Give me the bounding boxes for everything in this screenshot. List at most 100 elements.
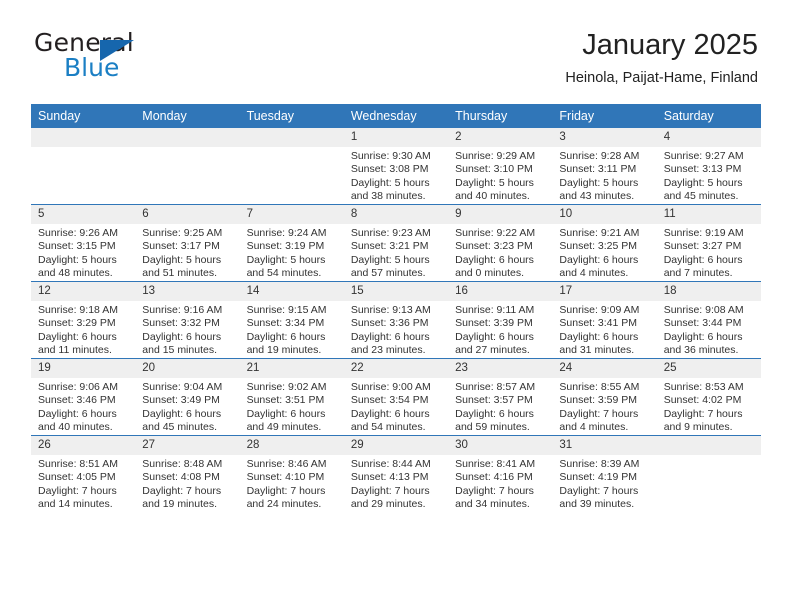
calendar-day-cell[interactable]: 21 Sunrise: 9:02 AM Sunset: 3:51 PM Dayligh… — [239, 358, 344, 436]
calendar-cell-empty — [656, 435, 761, 512]
calendar-day-cell[interactable]: 29 Sunrise: 8:44 AM Sunset: 4:13 PM Dayligh… — [343, 435, 449, 512]
day-sunset-text: Sunset: 3:25 PM — [559, 240, 638, 253]
day-details: Sunrise: 9:18 AM Sunset: 3:29 PM Daylight:… — [31, 301, 135, 358]
calendar-day-cell[interactable]: 23 Sunrise: 8:57 AM Sunset: 3:57 PM Dayligh… — [448, 358, 553, 436]
day-number: 22 — [343, 359, 449, 378]
day-daylight1-text: Daylight: 5 hours — [38, 253, 117, 266]
day-number: 7 — [239, 205, 344, 224]
calendar-day-cell[interactable]: 31 Sunrise: 8:39 AM Sunset: 4:19 PM Dayligh… — [552, 435, 657, 512]
day-daylight1-text: Daylight: 7 hours — [559, 407, 639, 420]
day-daylight2-text: and 38 minutes. — [350, 190, 426, 203]
calendar-day-cell[interactable]: 19 Sunrise: 9:06 AM Sunset: 3:46 PM Dayligh… — [31, 358, 136, 436]
day-sunrise-text: Sunrise: 9:19 AM — [663, 227, 744, 239]
day-sunrise-text: Sunrise: 9:18 AM — [38, 304, 118, 316]
day-details: Sunrise: 9:00 AM Sunset: 3:54 PM Daylight:… — [344, 378, 448, 435]
day-sunset-text: Sunset: 3:08 PM — [350, 163, 429, 176]
day-details: Sunrise: 8:39 AM Sunset: 4:19 PM Daylight:… — [552, 455, 656, 512]
day-sunrise-text: Sunrise: 8:57 AM — [455, 381, 536, 393]
weekday-header-wednesday: Wednesday — [343, 104, 449, 128]
calendar-day-cell[interactable]: 26 Sunrise: 8:51 AM Sunset: 4:05 PM Dayligh… — [31, 435, 136, 512]
day-daylight1-text: Daylight: 7 hours — [559, 484, 639, 497]
day-number — [239, 128, 344, 147]
day-daylight2-text: and 23 minutes. — [350, 344, 426, 357]
day-number: 6 — [135, 205, 240, 224]
day-details: Sunrise: 9:23 AM Sunset: 3:21 PM Daylight:… — [344, 224, 448, 281]
day-daylight2-text: and 36 minutes. — [663, 344, 739, 357]
brand-logo[interactable]: General Blue — [34, 28, 234, 88]
day-sunrise-text: Sunrise: 9:15 AM — [246, 304, 327, 316]
day-sunrise-text: Sunrise: 8:41 AM — [455, 458, 536, 470]
calendar-week-row: 26 Sunrise: 8:51 AM Sunset: 4:05 PM Dayligh… — [31, 435, 761, 512]
calendar-week-row: 1 Sunrise: 9:30 AM Sunset: 3:08 PM Daylight… — [31, 128, 761, 205]
day-sunset-text: Sunset: 3:51 PM — [246, 394, 325, 407]
title-block: January 2025 Heinola, Paijat-Hame, Finla… — [565, 28, 758, 87]
day-daylight1-text: Daylight: 6 hours — [663, 253, 743, 266]
day-daylight1-text: Daylight: 6 hours — [38, 330, 117, 343]
day-daylight2-text: and 0 minutes. — [455, 267, 525, 280]
calendar-week-row: 19 Sunrise: 9:06 AM Sunset: 3:46 PM Dayligh… — [31, 358, 761, 436]
day-daylight1-text: Daylight: 6 hours — [559, 330, 639, 343]
day-sunrise-text: Sunrise: 9:00 AM — [350, 381, 431, 393]
day-sunrise-text: Sunrise: 9:09 AM — [559, 304, 640, 316]
calendar-day-cell[interactable]: 18 Sunrise: 9:08 AM Sunset: 3:44 PM Dayligh… — [656, 281, 761, 359]
calendar-day-cell[interactable]: 30 Sunrise: 8:41 AM Sunset: 4:16 PM Dayligh… — [448, 435, 553, 512]
day-sunset-text: Sunset: 3:46 PM — [38, 394, 116, 407]
day-number — [135, 128, 240, 147]
calendar-day-cell[interactable]: 10 Sunrise: 9:21 AM Sunset: 3:25 PM Dayligh… — [552, 204, 657, 282]
day-daylight2-text: and 4 minutes. — [559, 267, 629, 280]
day-sunset-text: Sunset: 3:32 PM — [142, 317, 220, 330]
calendar-day-cell[interactable]: 12 Sunrise: 9:18 AM Sunset: 3:29 PM Dayligh… — [31, 281, 136, 359]
day-daylight2-text: and 19 minutes. — [246, 344, 322, 357]
page-header: General Blue January 2025 Heinola, Paija… — [34, 28, 758, 98]
day-number: 8 — [343, 205, 449, 224]
calendar-day-cell[interactable]: 6 Sunrise: 9:25 AM Sunset: 3:17 PM Daylight… — [135, 204, 240, 282]
day-details: Sunrise: 9:28 AM Sunset: 3:11 PM Daylight:… — [552, 147, 656, 204]
day-daylight2-text: and 19 minutes. — [142, 498, 217, 511]
day-daylight1-text: Daylight: 5 hours — [559, 176, 639, 189]
calendar-day-cell[interactable]: 2 Sunrise: 9:29 AM Sunset: 3:10 PM Daylight… — [448, 128, 553, 205]
weekday-header-tuesday: Tuesday — [239, 104, 344, 128]
weekday-header-friday: Friday — [552, 104, 657, 128]
calendar-day-cell[interactable]: 13 Sunrise: 9:16 AM Sunset: 3:32 PM Dayligh… — [135, 281, 240, 359]
calendar-day-cell[interactable]: 27 Sunrise: 8:48 AM Sunset: 4:08 PM Dayligh… — [135, 435, 240, 512]
day-daylight1-text: Daylight: 6 hours — [38, 407, 117, 420]
calendar-day-cell[interactable]: 11 Sunrise: 9:19 AM Sunset: 3:27 PM Dayligh… — [656, 204, 761, 282]
calendar-day-cell[interactable]: 15 Sunrise: 9:13 AM Sunset: 3:36 PM Dayligh… — [343, 281, 449, 359]
day-sunrise-text: Sunrise: 8:53 AM — [663, 381, 744, 393]
calendar-day-cell[interactable]: 25 Sunrise: 8:53 AM Sunset: 4:02 PM Dayligh… — [656, 358, 761, 436]
calendar-day-cell[interactable]: 28 Sunrise: 8:46 AM Sunset: 4:10 PM Dayligh… — [239, 435, 344, 512]
day-daylight1-text: Daylight: 7 hours — [142, 484, 222, 497]
day-daylight2-text: and 7 minutes. — [663, 267, 733, 280]
day-details: Sunrise: 9:09 AM Sunset: 3:41 PM Daylight:… — [552, 301, 656, 358]
calendar-day-cell[interactable]: 7 Sunrise: 9:24 AM Sunset: 3:19 PM Daylight… — [239, 204, 344, 282]
calendar-day-cell[interactable]: 3 Sunrise: 9:28 AM Sunset: 3:11 PM Daylight… — [552, 128, 657, 205]
calendar-day-cell[interactable]: 4 Sunrise: 9:27 AM Sunset: 3:13 PM Daylight… — [656, 128, 761, 205]
day-daylight1-text: Daylight: 7 hours — [455, 484, 534, 497]
calendar-day-cell[interactable]: 1 Sunrise: 9:30 AM Sunset: 3:08 PM Daylight… — [343, 128, 449, 205]
calendar-day-cell[interactable]: 17 Sunrise: 9:09 AM Sunset: 3:41 PM Dayligh… — [552, 281, 657, 359]
day-sunset-text: Sunset: 3:44 PM — [663, 317, 742, 330]
day-sunrise-text: Sunrise: 8:46 AM — [246, 458, 327, 470]
day-daylight1-text: Daylight: 5 hours — [142, 253, 222, 266]
day-sunset-text: Sunset: 3:36 PM — [350, 317, 429, 330]
calendar-day-cell[interactable]: 14 Sunrise: 9:15 AM Sunset: 3:34 PM Dayligh… — [239, 281, 344, 359]
day-number: 31 — [552, 436, 657, 455]
day-daylight2-text: and 59 minutes. — [455, 421, 530, 434]
day-sunrise-text: Sunrise: 9:29 AM — [455, 150, 536, 162]
day-daylight1-text: Daylight: 6 hours — [559, 253, 639, 266]
day-sunset-text: Sunset: 3:54 PM — [350, 394, 429, 407]
calendar-day-cell[interactable]: 8 Sunrise: 9:23 AM Sunset: 3:21 PM Daylight… — [343, 204, 449, 282]
calendar-day-cell[interactable]: 24 Sunrise: 8:55 AM Sunset: 3:59 PM Dayligh… — [552, 358, 657, 436]
day-details: Sunrise: 9:27 AM Sunset: 3:13 PM Daylight:… — [657, 147, 761, 204]
day-sunrise-text: Sunrise: 9:04 AM — [142, 381, 223, 393]
day-sunset-text: Sunset: 4:13 PM — [350, 471, 429, 484]
calendar-day-cell[interactable]: 5 Sunrise: 9:26 AM Sunset: 3:15 PM Daylight… — [31, 204, 136, 282]
calendar-body: 1 Sunrise: 9:30 AM Sunset: 3:08 PM Daylight… — [31, 128, 761, 512]
calendar-day-cell[interactable]: 22 Sunrise: 9:00 AM Sunset: 3:54 PM Dayligh… — [343, 358, 449, 436]
calendar-day-cell[interactable]: 20 Sunrise: 9:04 AM Sunset: 3:49 PM Dayligh… — [135, 358, 240, 436]
calendar-day-cell[interactable]: 16 Sunrise: 9:11 AM Sunset: 3:39 PM Dayligh… — [448, 281, 553, 359]
day-sunset-text: Sunset: 3:57 PM — [455, 394, 533, 407]
calendar-day-cell[interactable]: 9 Sunrise: 9:22 AM Sunset: 3:23 PM Daylight… — [448, 204, 553, 282]
day-number: 19 — [31, 359, 136, 378]
day-daylight2-text: and 4 minutes. — [559, 421, 629, 434]
